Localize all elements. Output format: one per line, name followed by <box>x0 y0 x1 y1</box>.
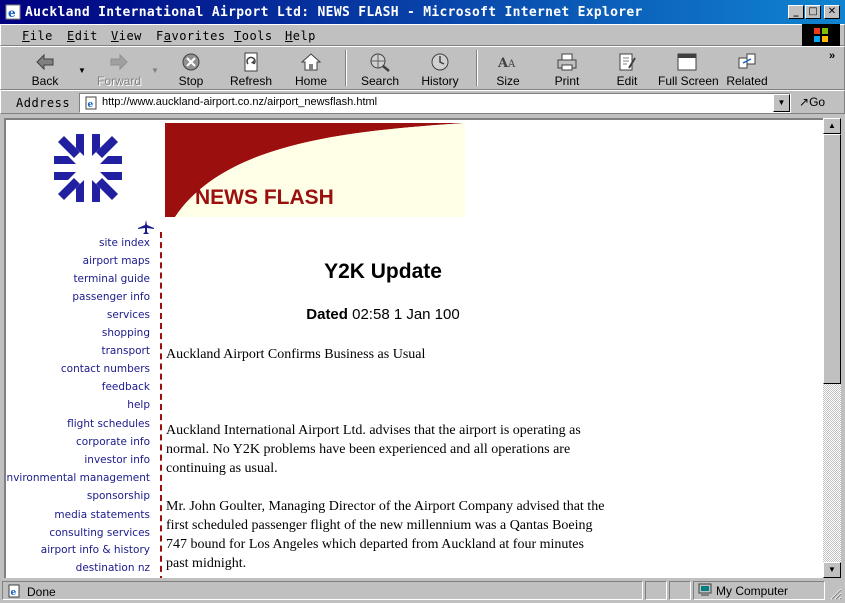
airport-logo-icon <box>54 134 122 202</box>
address-label: Address <box>16 96 71 110</box>
svg-text:e: e <box>11 588 17 598</box>
go-button[interactable]: ↗Go <box>799 95 825 109</box>
menu-edit[interactable]: Edit <box>67 29 98 43</box>
address-bar: Address e http://www.auckland-airport.co… <box>0 90 845 114</box>
article-paragraph: Auckland International Airport Ltd. advi… <box>166 423 581 476</box>
back-arrow-icon <box>36 53 54 71</box>
status-main-panel: e Done <box>2 581 643 600</box>
svg-text:e: e <box>88 100 94 110</box>
toolbar-separator <box>345 50 347 86</box>
banner-title: NEWS FLASH <box>195 186 334 209</box>
window-title: Auckland International Airport Ltd: NEWS… <box>25 5 643 20</box>
refresh-button[interactable]: Refresh <box>228 50 274 90</box>
menu-view[interactable]: View <box>111 29 142 43</box>
nav-link-services[interactable]: services <box>107 309 150 321</box>
history-button[interactable]: History <box>418 50 462 90</box>
toolbar-separator <box>476 50 478 86</box>
size-button[interactable]: AA Size <box>488 50 528 90</box>
related-links-icon <box>738 53 756 69</box>
edit-page-icon <box>619 53 636 71</box>
go-arrow-icon: ↗ <box>799 95 810 109</box>
nav-link-environmental-management[interactable]: environmental management <box>6 472 150 484</box>
toolbar-more-chevron[interactable]: » <box>829 50 835 62</box>
my-computer-icon <box>698 583 712 596</box>
search-globe-icon <box>370 53 390 72</box>
home-button[interactable]: Home <box>290 50 332 90</box>
menu-favorites[interactable]: Favorites <box>156 29 226 43</box>
nav-link-media-statements[interactable]: media statements <box>54 509 150 521</box>
address-dropdown-icon[interactable]: ▼ <box>773 94 790 112</box>
close-button[interactable]: ✕ <box>824 5 840 19</box>
nav-divider <box>160 232 162 578</box>
edit-button[interactable]: Edit <box>606 50 648 90</box>
svg-text:e: e <box>8 6 16 20</box>
windows-flag-icon <box>814 28 828 42</box>
nav-link-corporate-info[interactable]: corporate info <box>76 436 150 448</box>
nav-link-consulting-services[interactable]: consulting services <box>49 527 150 539</box>
forward-button[interactable]: Forward <box>96 50 142 90</box>
page-icon: e <box>85 96 97 110</box>
nav-link-site-index[interactable]: site index <box>99 237 150 249</box>
nav-link-airport-info-history[interactable]: airport info & history <box>41 544 150 556</box>
article-date: Dated 02:58 1 Jan 100 <box>306 306 460 323</box>
back-dropdown-icon[interactable]: ▼ <box>78 66 86 75</box>
stop-icon <box>182 53 200 71</box>
status-panel <box>669 581 691 600</box>
nav-link-airport-maps[interactable]: airport maps <box>83 255 150 267</box>
nav-link-shopping[interactable]: shopping <box>102 327 150 339</box>
page-done-icon: e <box>8 584 20 598</box>
nav-link-flight-schedules[interactable]: flight schedules <box>67 418 150 430</box>
resize-grip-icon[interactable] <box>828 586 842 600</box>
printer-icon <box>557 53 577 71</box>
menu-help[interactable]: Help <box>285 29 316 43</box>
address-url: http://www.auckland-airport.co.nz/airpor… <box>102 96 378 108</box>
nav-link-contact-numbers[interactable]: contact numbers <box>61 363 150 375</box>
nav-link-destination-nz[interactable]: destination nz <box>76 562 150 574</box>
windows-logo <box>802 24 840 46</box>
fullscreen-button[interactable]: Full Screen <box>658 50 719 90</box>
security-zone-text: My Computer <box>716 584 789 598</box>
news-flash-banner: NEWS FLASH <box>165 123 465 217</box>
menu-bar: File Edit View Favorites Tools Help <box>0 24 845 46</box>
title-bar[interactable]: e Auckland International Airport Ltd: NE… <box>0 0 845 24</box>
search-button[interactable]: Search <box>358 50 402 90</box>
related-button[interactable]: Related <box>724 50 770 90</box>
maximize-button[interactable]: □ <box>805 5 821 19</box>
text-size-icon: AA <box>497 56 516 71</box>
ie-page-icon: e <box>5 4 21 20</box>
forward-dropdown-icon[interactable]: ▼ <box>151 66 159 75</box>
address-input[interactable]: e http://www.auckland-airport.co.nz/airp… <box>79 93 791 113</box>
article-title: Y2K Update <box>324 260 442 283</box>
vertical-scrollbar[interactable]: ▲ ▼ <box>823 118 841 578</box>
page-content: NEWS FLASH site index airport maps termi… <box>4 118 823 578</box>
history-icon <box>431 53 449 71</box>
forward-arrow-icon <box>110 53 128 71</box>
status-panel <box>645 581 667 600</box>
nav-link-passenger-info[interactable]: passenger info <box>72 291 150 303</box>
scroll-up-icon[interactable]: ▲ <box>823 118 841 134</box>
scroll-thumb[interactable] <box>823 134 841 384</box>
menu-file[interactable]: File <box>22 29 53 43</box>
back-button[interactable]: Back <box>24 50 66 90</box>
minimize-button[interactable]: _ <box>788 5 804 19</box>
print-button[interactable]: Print <box>546 50 588 90</box>
svg-text:A: A <box>507 59 516 70</box>
nav-link-sponsorship[interactable]: sponsorship <box>87 490 150 502</box>
article-paragraph: Mr. John Goulter, Managing Director of t… <box>166 499 605 571</box>
airplane-icon <box>138 220 154 234</box>
fullscreen-icon <box>677 53 697 71</box>
refresh-icon <box>244 52 258 72</box>
nav-link-feedback[interactable]: feedback <box>102 381 150 393</box>
nav-link-transport[interactable]: transport <box>101 345 150 357</box>
status-text: Done <box>27 585 56 599</box>
menu-tools[interactable]: Tools <box>234 29 273 43</box>
nav-link-help[interactable]: help <box>127 399 150 411</box>
article-subtitle: Auckland Airport Confirms Business as Us… <box>166 347 426 362</box>
scroll-down-icon[interactable]: ▼ <box>823 562 841 578</box>
nav-link-investor-info[interactable]: investor info <box>84 454 150 466</box>
home-icon <box>300 53 322 71</box>
nav-link-terminal-guide[interactable]: terminal guide <box>73 273 150 285</box>
stop-button[interactable]: Stop <box>170 50 212 90</box>
